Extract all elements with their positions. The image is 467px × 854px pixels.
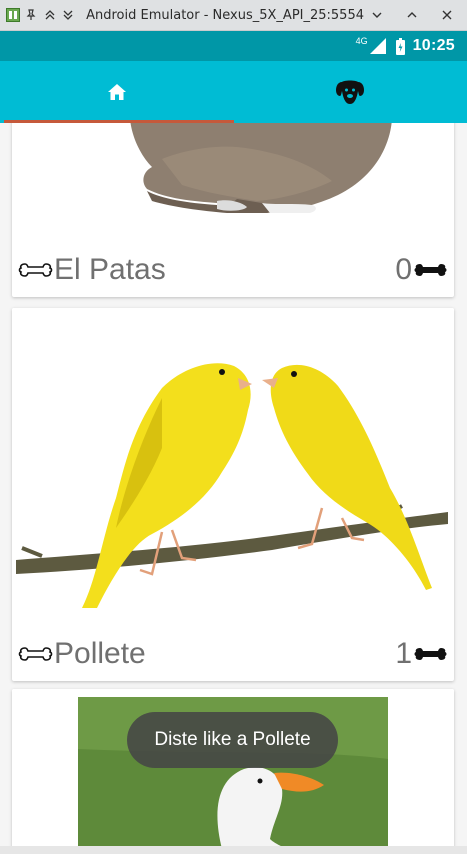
tab-home[interactable]: [0, 61, 234, 123]
bone-filled-icon: [414, 648, 447, 660]
emulator-title-bar: Android Emulator - Nexus_5X_API_25:5554: [0, 0, 467, 31]
toast-message: Diste like a Pollete: [127, 712, 338, 768]
pet-name: El Patas: [54, 253, 166, 286]
pet-card-footer: Pollete 1: [12, 627, 454, 681]
bone-filled-icon: [414, 264, 447, 276]
home-icon: [107, 84, 126, 100]
pet-photo-rabbit: [12, 123, 454, 243]
close-icon[interactable]: [437, 5, 457, 25]
pet-photo-canaries: [12, 308, 454, 620]
tab-bar: [0, 61, 467, 123]
network-type: 4G: [355, 36, 368, 46]
minimize-icon[interactable]: [367, 5, 387, 25]
bone-outline-icon[interactable]: [18, 262, 53, 278]
android-status-bar: 4G 10:25: [0, 31, 467, 61]
tab-favorites[interactable]: [234, 61, 467, 123]
window-title: Android Emulator - Nexus_5X_API_25:5554: [86, 7, 364, 23]
pet-card[interactable]: Pollete 1: [12, 308, 454, 681]
like-count: 0: [395, 253, 412, 286]
pin-icon[interactable]: [23, 5, 39, 25]
bone-outline-icon[interactable]: [18, 646, 53, 662]
pet-card-footer: El Patas 0: [12, 243, 454, 297]
pet-name: Pollete: [54, 637, 146, 670]
emulator-app-icon: [6, 7, 20, 23]
dog-face-icon: [336, 80, 365, 104]
pet-card[interactable]: El Patas 0: [12, 123, 454, 297]
like-count: 1: [395, 637, 412, 670]
battery-charging-icon: [395, 37, 405, 55]
maximize-icon[interactable]: [402, 5, 422, 25]
status-clock: 10:25: [412, 37, 455, 54]
emulator-bottom-edge: [0, 846, 467, 854]
toast-text: Diste like a Pollete: [154, 729, 311, 750]
signal-icon: [369, 38, 386, 54]
shade-down-icon[interactable]: [60, 5, 76, 25]
shade-up-icon[interactable]: [42, 5, 58, 25]
